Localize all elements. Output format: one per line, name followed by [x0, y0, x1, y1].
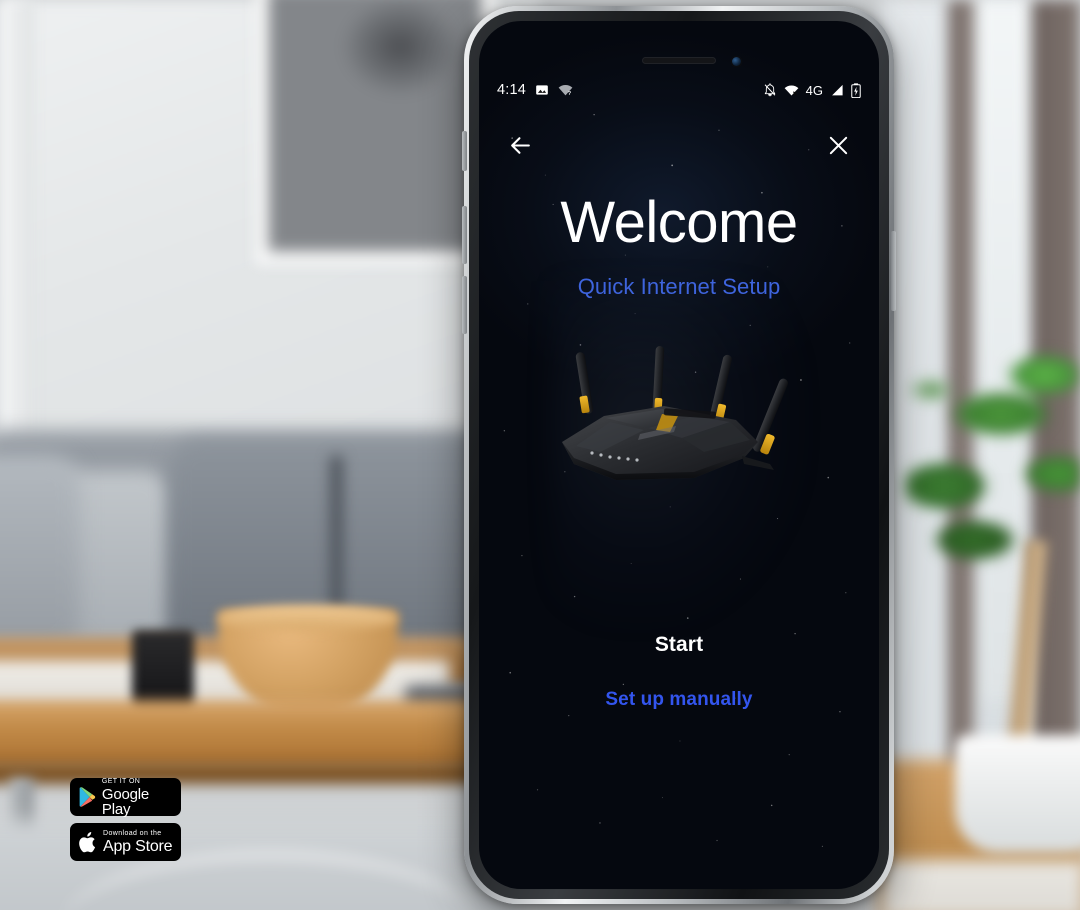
app-store-text: Download on the App Store: [103, 829, 173, 855]
google-play-bottom-label: Google Play: [101, 785, 150, 818]
app-store-badge[interactable]: Download on the App Store: [70, 823, 181, 861]
battery-charging-icon: [851, 82, 861, 98]
google-play-badge[interactable]: GET IT ON Google Play: [70, 778, 181, 817]
status-bar: 4:14 ? 4G: [479, 77, 879, 103]
app-header: [479, 121, 879, 169]
app-store-badges: GET IT ON Google Play Download on the Ap…: [70, 778, 181, 861]
plant-pot: [955, 735, 1080, 853]
svg-text:?: ?: [568, 91, 572, 97]
page-subtitle: Quick Internet Setup: [577, 274, 781, 299]
status-bar-right: 4G: [763, 83, 861, 98]
back-button[interactable]: [505, 130, 535, 160]
network-type-label: 4G: [805, 82, 823, 98]
apple-logo-icon: [79, 831, 96, 852]
google-play-icon: [79, 787, 96, 807]
wooden-bowl-rim: [218, 605, 398, 631]
framed-picture: [255, 0, 495, 265]
google-play-top-label: GET IT ON: [101, 777, 141, 785]
picture-artwork: [269, 0, 481, 251]
house-plant: [905, 300, 1080, 600]
smartphone-mockup: 4:14 ? 4G Welcome Quick Internet Setup S…: [462, 6, 896, 904]
router-illustration: [562, 346, 788, 480]
image-icon: [536, 85, 548, 95]
status-clock: 4:14: [497, 82, 527, 98]
router-antenna-4: [753, 378, 788, 455]
set-up-manually-link[interactable]: Set up manually: [479, 689, 879, 711]
sofa-arm: [0, 455, 80, 655]
arrow-left-icon: [510, 136, 530, 154]
router-antenna-1: [575, 352, 594, 414]
close-icon: [829, 136, 847, 154]
page-title: Welcome: [560, 190, 798, 255]
start-button[interactable]: Start: [479, 633, 879, 657]
front-camera: [732, 57, 741, 66]
volume-down-button[interactable]: [462, 276, 467, 334]
app-store-top-label: Download on the: [103, 829, 162, 837]
mute-switch[interactable]: [462, 131, 467, 171]
phone-bezel: 4:14 ? 4G Welcome Quick Internet Setup S…: [469, 11, 889, 899]
volume-up-button[interactable]: [462, 206, 467, 264]
cellular-signal-icon: [832, 84, 843, 95]
wifi-no-connection-icon: [784, 85, 799, 95]
app-store-bottom-label: App Store: [103, 837, 173, 855]
status-bar-left: 4:14 ?: [497, 82, 573, 98]
google-play-text: GET IT ON Google Play: [102, 778, 173, 817]
sofa-seam: [330, 455, 343, 615]
close-button[interactable]: [823, 130, 853, 160]
wifi-question-icon: ?: [558, 85, 573, 97]
floor-highlight: [880, 860, 1080, 910]
earpiece-speaker: [642, 57, 716, 64]
power-button[interactable]: [891, 231, 896, 311]
phone-screen: 4:14 ? 4G Welcome Quick Internet Setup S…: [479, 21, 879, 889]
router-body: [562, 406, 774, 480]
coffee-table-front: [0, 700, 515, 768]
notifications-muted-icon: [764, 83, 775, 97]
